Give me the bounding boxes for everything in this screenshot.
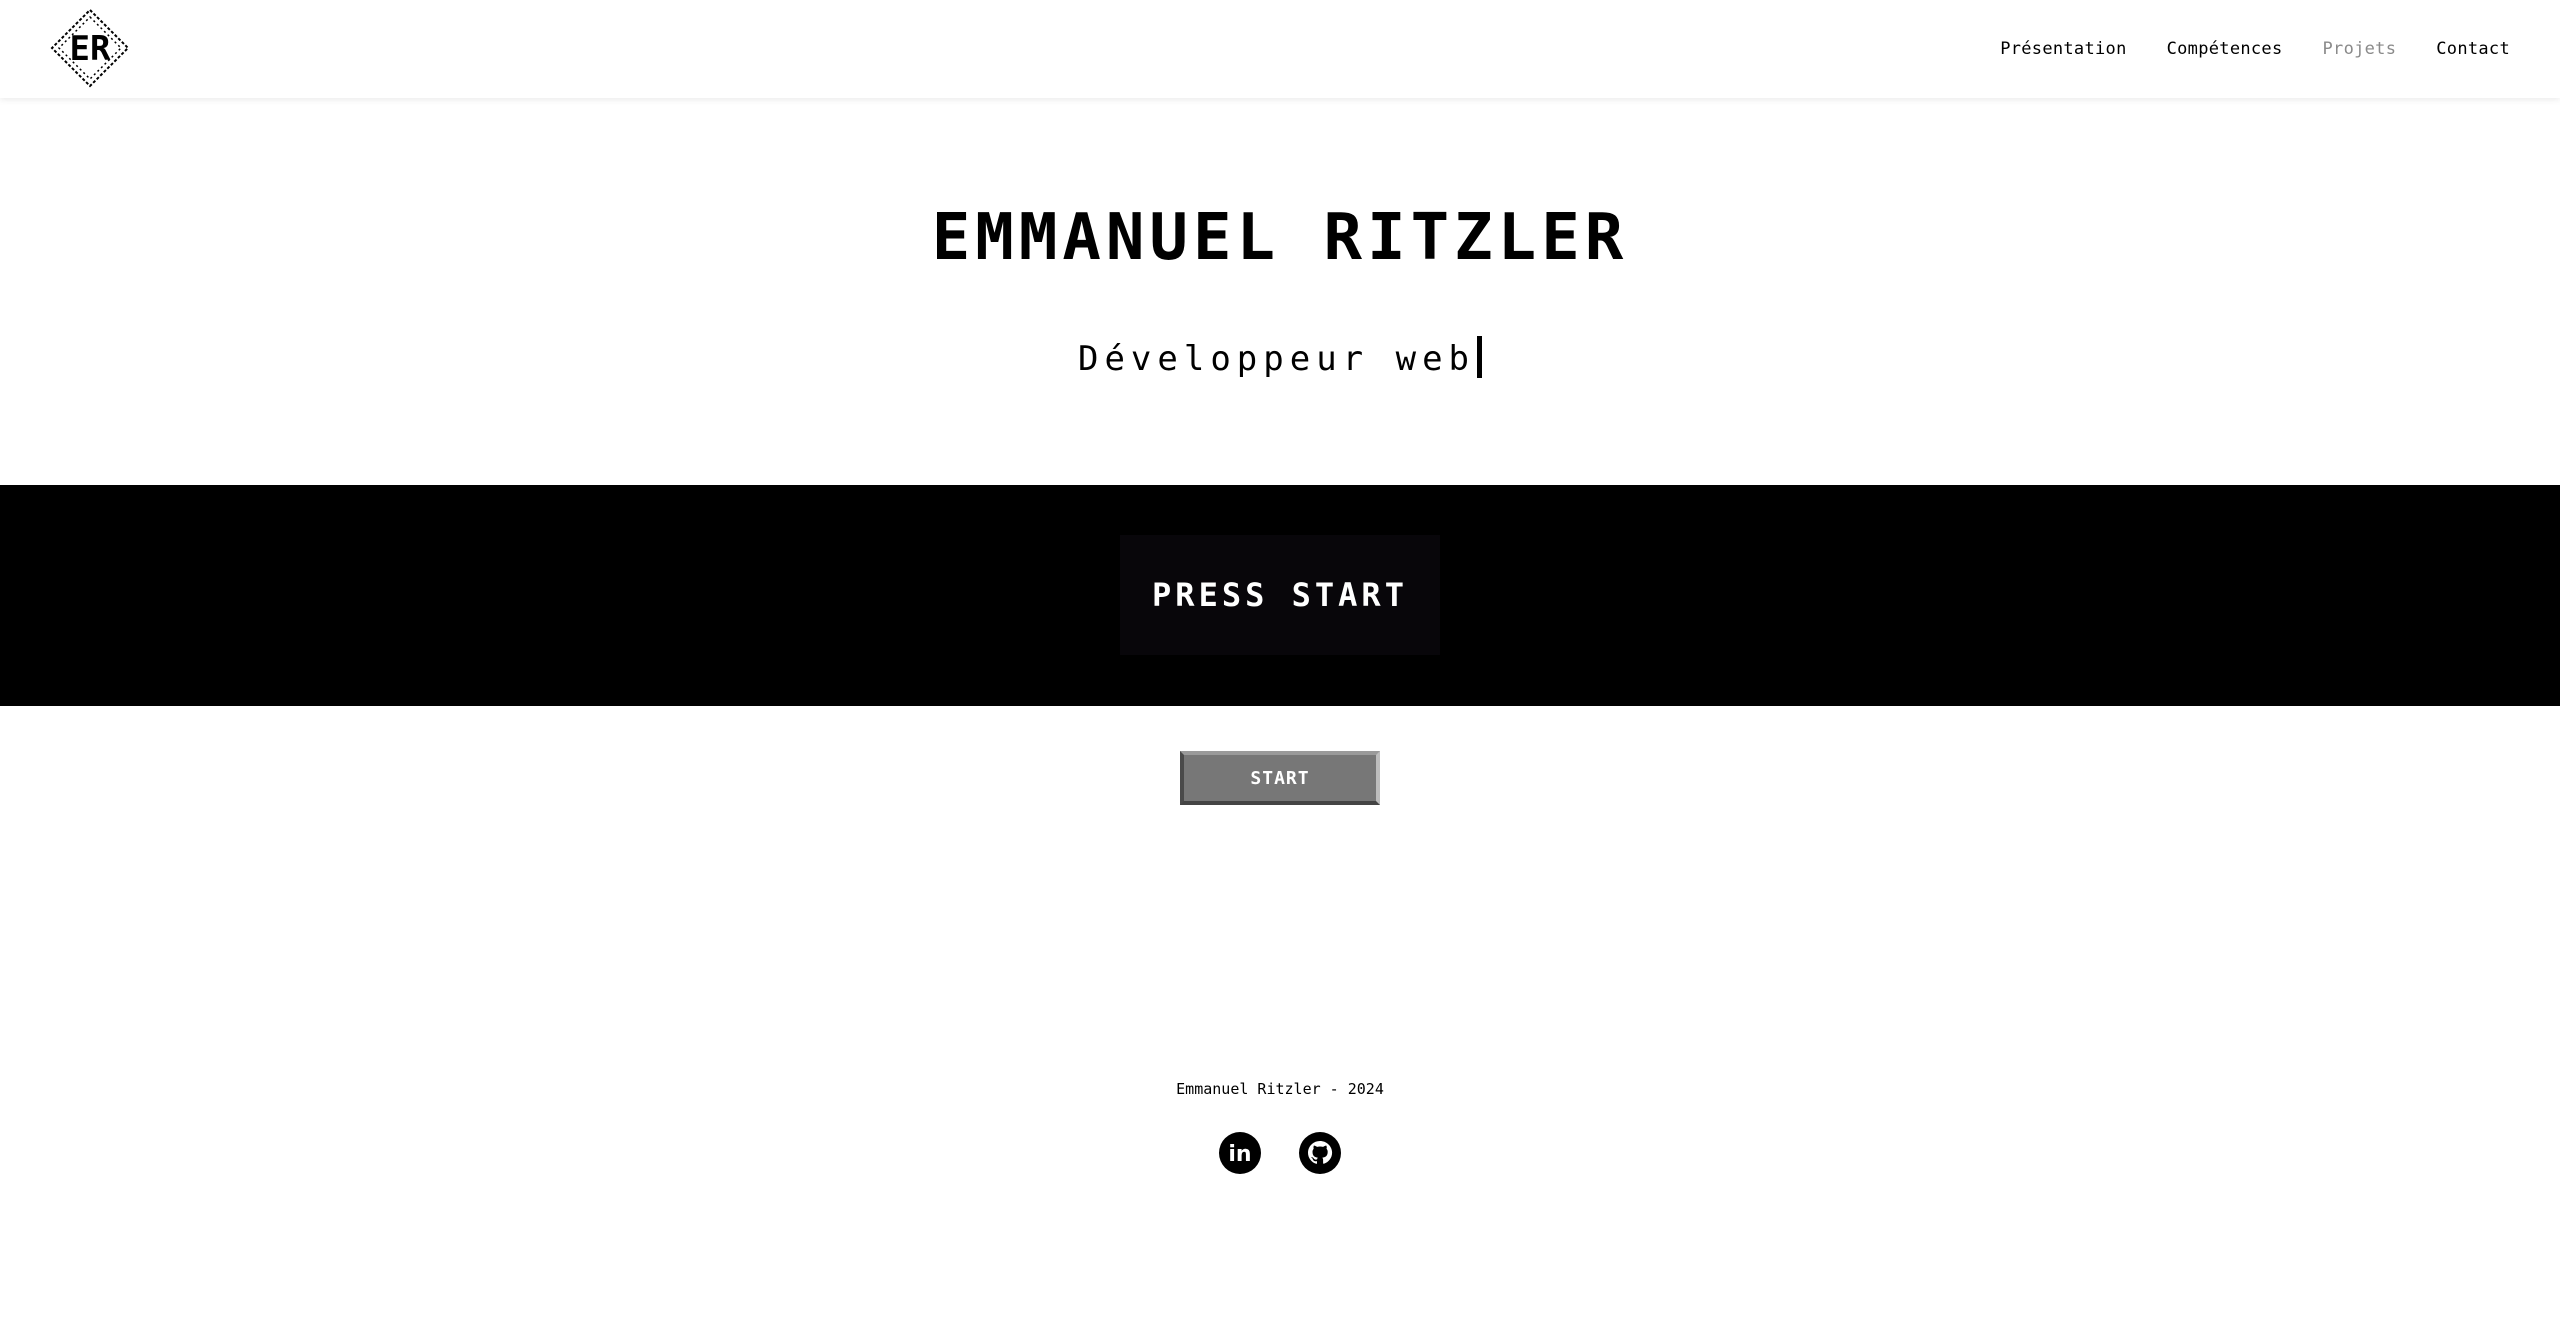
github-link[interactable]: [1299, 1132, 1341, 1174]
nav-item-contact[interactable]: Contact: [2436, 39, 2510, 59]
press-start-text: PRESS START: [1152, 576, 1408, 614]
start-button[interactable]: START: [1180, 751, 1380, 805]
main-nav: Présentation Compétences Projets Contact: [2000, 0, 2510, 98]
hero-subtitle: Développeur web: [1077, 339, 1476, 379]
nav-item-presentation[interactable]: Présentation: [2000, 39, 2126, 59]
press-start-screen[interactable]: PRESS START: [1120, 535, 1440, 655]
svg-text:in: in: [1228, 1142, 1251, 1167]
nav-item-projets[interactable]: Projets: [2323, 39, 2397, 59]
footer-copyright: Emmanuel Ritzler - 2024: [1176, 1080, 1384, 1098]
nav-item-competences[interactable]: Compétences: [2167, 39, 2283, 59]
linkedin-link[interactable]: in: [1219, 1132, 1261, 1174]
game-band: PRESS START: [0, 485, 2560, 706]
linkedin-icon: in: [1228, 1142, 1251, 1167]
social-links: in: [1219, 1132, 1341, 1174]
logo-icon[interactable]: ER: [50, 8, 130, 88]
page-title: EMMANUEL RITZLER: [931, 201, 1629, 275]
typing-caret: [1477, 336, 1483, 378]
hero-subtitle-wrapper: Développeur web: [0, 334, 2560, 384]
logo-text: ER: [70, 29, 111, 69]
site-header: ER Présentation Compétences Projets Cont…: [0, 0, 2560, 98]
github-icon: [1308, 1141, 1333, 1164]
